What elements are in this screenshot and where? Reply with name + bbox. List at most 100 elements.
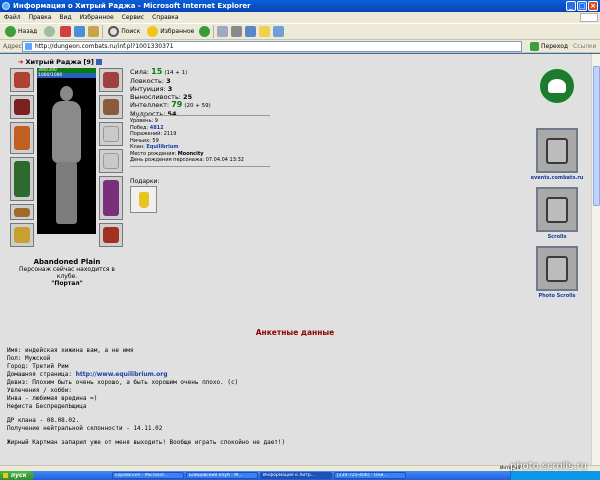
- belt-slot[interactable]: [10, 204, 34, 220]
- boots-icon: [103, 227, 119, 243]
- character-level: [9]: [83, 58, 94, 66]
- window-title: Информация о Хитрый Раджа - Microsoft In…: [13, 2, 251, 10]
- search-label: Поиск: [121, 28, 141, 35]
- photo-scrolls-link[interactable]: Photo Scrolls: [522, 293, 592, 299]
- links-button[interactable]: Ссылки: [573, 43, 597, 50]
- minimize-button[interactable]: _: [566, 1, 576, 11]
- homepage-link[interactable]: http://www.equilibrium.org: [76, 371, 168, 378]
- toolbar-separator: [213, 25, 215, 38]
- home-icon[interactable]: [88, 26, 100, 37]
- windows-flag-icon: [3, 473, 8, 478]
- messenger-icon[interactable]: [273, 26, 285, 37]
- ring-slots[interactable]: [10, 223, 34, 247]
- taskbar-item[interactable]: [230-725-406] - Они...: [334, 472, 406, 479]
- anketa-clan-birthday: ДР клана - 08.08.02.: [7, 417, 80, 424]
- trophy-icon: [139, 192, 149, 208]
- events-logo[interactable]: [536, 128, 578, 173]
- menu-file[interactable]: Файл: [4, 14, 21, 21]
- scrolls-logo[interactable]: [536, 187, 578, 232]
- location-text: Персонаж сейчас находится в клубе.: [19, 266, 115, 280]
- menu-bar: Файл Правка Вид Избранное Сервис Справка: [0, 12, 600, 23]
- divider: [130, 166, 270, 167]
- boots-slot[interactable]: [99, 223, 123, 247]
- maximize-button[interactable]: □: [577, 1, 587, 11]
- location-block: Abandoned Plain Персонаж сейчас находитс…: [8, 258, 126, 287]
- start-button[interactable]: пуск: [0, 471, 34, 480]
- mail-icon[interactable]: [217, 26, 229, 37]
- events-link[interactable]: events.combats.ru: [522, 175, 592, 181]
- empty-slot-icon: [103, 126, 119, 142]
- back-label: Назад: [18, 28, 38, 35]
- amulet-icon: [14, 99, 30, 115]
- character-header: ➔ Хитрый Раджа [9]: [18, 58, 102, 66]
- taskbar-item[interactable]: Бойцовский клуб - M...: [186, 472, 258, 479]
- stat-wisdom: Мудрость: 54: [130, 110, 177, 118]
- scrollbar-thumb[interactable]: [593, 66, 600, 206]
- shield-emblem-icon: [546, 256, 568, 282]
- character-doll: 390/390 1080/1080: [10, 68, 124, 258]
- anketa-neutral: Получение нейтральной склонности - 14.11…: [7, 425, 163, 432]
- menu-view[interactable]: Вид: [59, 14, 71, 21]
- photo-scrolls-logo[interactable]: [536, 246, 578, 291]
- menu-help[interactable]: Справка: [152, 14, 178, 21]
- robe-icon: [14, 161, 30, 197]
- toolbar: Назад Поиск Избранное: [0, 23, 600, 40]
- gift-item[interactable]: [130, 186, 157, 213]
- taskbar-item[interactable]: Equilibrium - Microsof...: [112, 472, 184, 479]
- favorites-button[interactable]: Избранное: [145, 25, 196, 39]
- back-button[interactable]: Назад: [3, 25, 39, 39]
- start-label: пуск: [11, 472, 27, 479]
- refresh-icon[interactable]: [74, 26, 86, 37]
- empty-slot[interactable]: [99, 122, 123, 146]
- info-icon[interactable]: [95, 59, 102, 65]
- media-icon[interactable]: [199, 26, 211, 37]
- stop-icon[interactable]: [60, 26, 72, 37]
- discuss-icon[interactable]: [259, 26, 271, 37]
- go-label: Переход: [541, 43, 569, 50]
- anketa-title: Анкетные данные: [255, 328, 335, 337]
- print-icon[interactable]: [231, 26, 243, 37]
- stat-agility: Ловкость: 3: [130, 77, 171, 85]
- figure-head: [60, 86, 73, 101]
- stat-strength: Сила: 15 (14 + 1): [130, 67, 188, 77]
- clan-link[interactable]: Equilibrium: [146, 144, 178, 150]
- forward-button[interactable]: [42, 25, 57, 39]
- gifts-block: Подарки:: [130, 178, 159, 213]
- combats-logo[interactable]: [537, 66, 577, 106]
- staff-icon: [14, 126, 30, 150]
- title-bar: Информация о Хитрый Раджа - Microsoft In…: [0, 0, 600, 12]
- go-button[interactable]: Переход: [530, 42, 568, 51]
- menu-edit[interactable]: Правка: [29, 14, 52, 21]
- close-button[interactable]: ×: [588, 1, 598, 11]
- address-input[interactable]: http://dungeon.combats.ru/inf.pl?1001330…: [22, 41, 522, 52]
- search-button[interactable]: Поиск: [106, 25, 142, 39]
- system-tray: [510, 471, 600, 480]
- empty-slot-icon: [103, 153, 119, 169]
- weapon-slot[interactable]: [10, 122, 34, 154]
- toolbar-separator: [102, 25, 104, 38]
- menu-favorites[interactable]: Избранное: [80, 14, 114, 21]
- taskbar-item-active[interactable]: Информация о Хитр...: [260, 472, 332, 479]
- helmet-slot[interactable]: [10, 68, 34, 92]
- scrolls-link[interactable]: Scrolls: [522, 234, 592, 240]
- search-icon: [108, 26, 120, 37]
- shield-slot[interactable]: [99, 176, 123, 220]
- earring-icon: [103, 72, 119, 88]
- anketa-gender: Пол: Мужской: [7, 355, 51, 362]
- amulet-slot[interactable]: [10, 95, 34, 119]
- edit-icon[interactable]: [245, 26, 257, 37]
- menu-tools[interactable]: Сервис: [122, 14, 144, 21]
- empty-slot[interactable]: [99, 149, 123, 173]
- armor-slot[interactable]: [10, 157, 34, 201]
- anketa-hobby-1: Инва - любимая вредина =): [7, 395, 98, 402]
- window-controls: _ □ ×: [566, 1, 598, 11]
- divider: [130, 115, 270, 116]
- arrow-icon: ➔: [18, 58, 24, 66]
- address-url: http://dungeon.combats.ru/inf.pl?1001330…: [35, 43, 174, 50]
- forward-arrow-icon: [44, 26, 56, 37]
- earring-slot[interactable]: [99, 68, 123, 92]
- anketa-hobby-label: Увлечения / хобби:: [7, 387, 73, 394]
- vertical-scrollbar[interactable]: [591, 54, 600, 465]
- gloves-slot[interactable]: [99, 95, 123, 119]
- anketa-hobby-2: Нефиста БеспределЬщица: [7, 403, 87, 410]
